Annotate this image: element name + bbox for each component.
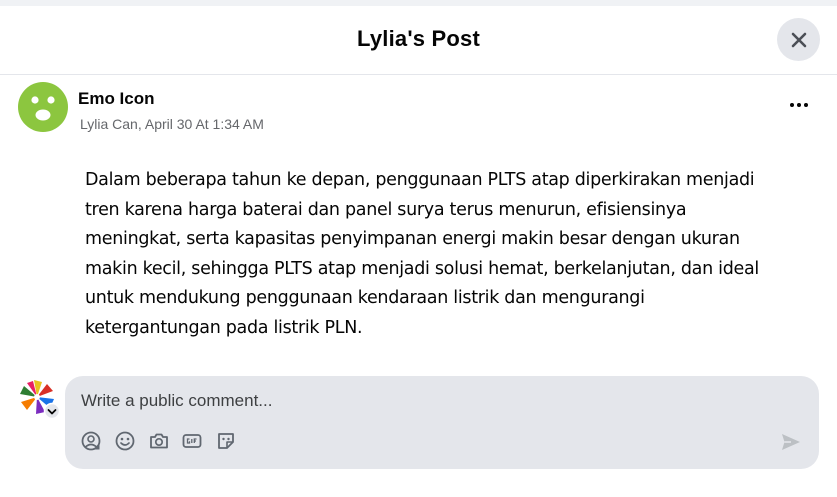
more-horizontal-icon bbox=[790, 103, 794, 107]
post-text: Dalam beberapa tahun ke depan, penggunaa… bbox=[85, 170, 759, 338]
dialog-title: Lylia's Post bbox=[357, 26, 480, 51]
camera-icon[interactable] bbox=[148, 430, 170, 452]
sticker-icon[interactable] bbox=[215, 430, 237, 452]
emoji-icon[interactable] bbox=[114, 430, 136, 452]
send-icon[interactable] bbox=[778, 429, 804, 455]
close-button[interactable] bbox=[777, 18, 820, 61]
comment-input[interactable] bbox=[79, 386, 783, 416]
author-avatar[interactable] bbox=[18, 82, 68, 132]
avatar-sticker-icon[interactable] bbox=[80, 430, 102, 452]
gif-icon[interactable] bbox=[181, 430, 203, 452]
post-dialog-header: Lylia's Post bbox=[0, 6, 837, 75]
more-options-button[interactable] bbox=[782, 92, 816, 118]
close-icon bbox=[791, 32, 806, 47]
author-name[interactable]: Emo Icon bbox=[78, 89, 155, 109]
commenter-avatar[interactable] bbox=[18, 378, 60, 420]
comment-composer bbox=[65, 376, 819, 469]
post-meta[interactable]: Lylia Can, April 30 At 1:34 AM bbox=[80, 116, 264, 132]
